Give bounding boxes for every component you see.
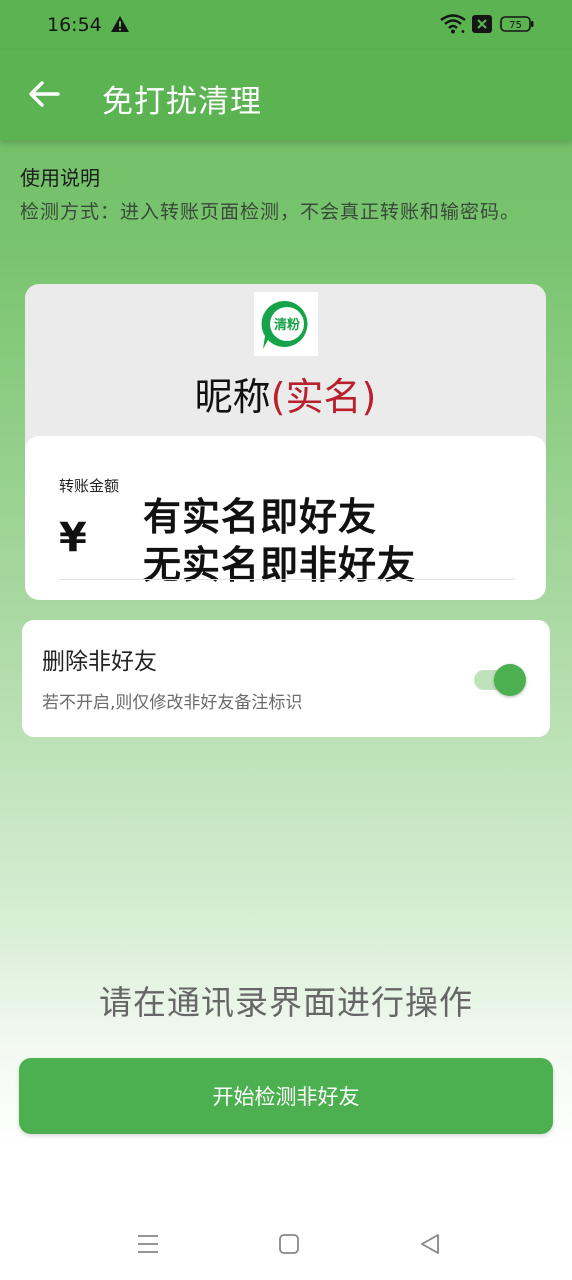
demo-illustration: 清粉 昵称(实名) 转账金额 ¥ 有实名即好友 无实名即非好友 [25, 284, 546, 600]
toggle-thumb [494, 664, 526, 696]
transfer-panel: 转账金额 ¥ 有实名即好友 无实名即非好友 [25, 436, 546, 600]
app-logo-icon: 清粉 [261, 300, 308, 349]
currency-symbol: ¥ [59, 515, 87, 561]
delete-nonfriends-option: 删除非好友 若不开启,则仅修改非好友备注标识 [22, 620, 550, 737]
status-time: 16:54 [47, 14, 102, 36]
page-title: 免打扰清理 [102, 84, 262, 120]
x-icon [472, 15, 492, 33]
nav-back-icon[interactable] [418, 1232, 442, 1256]
battery-icon: 75 [500, 16, 534, 32]
warning-icon [111, 16, 129, 32]
app-logo: 清粉 [254, 292, 318, 356]
option-title: 删除非好友 [42, 649, 157, 675]
operation-hint: 请在通讯录界面进行操作 [99, 983, 473, 1022]
app-bar: 免打扰清理 [0, 50, 572, 140]
explain-line-2: 无实名即非好友 [143, 543, 417, 587]
battery-level: 75 [509, 20, 522, 31]
start-detect-button[interactable]: 开始检测非好友 [19, 1058, 553, 1134]
instructions-title: 使用说明 [20, 166, 100, 190]
logo-text: 清粉 [274, 317, 300, 333]
menu-icon[interactable] [136, 1233, 160, 1255]
home-icon[interactable] [278, 1233, 300, 1255]
delete-nonfriends-toggle[interactable] [474, 664, 528, 696]
amount-label: 转账金额 [59, 477, 120, 495]
option-subtitle: 若不开启,则仅修改非好友备注标识 [42, 693, 303, 713]
realname-label: (实名) [270, 375, 377, 419]
explain-line-1: 有实名即好友 [143, 495, 378, 539]
back-arrow-icon[interactable] [26, 76, 62, 112]
wifi-icon [440, 14, 466, 34]
instructions-text: 检测方式：进入转账页面检测，不会真正转账和输密码。 [20, 201, 521, 223]
nickname-label: 昵称 [194, 375, 271, 419]
status-bar: 16:54 75 [0, 0, 572, 50]
amount-underline [59, 579, 515, 580]
nickname-line: 昵称(实名) [25, 366, 546, 421]
